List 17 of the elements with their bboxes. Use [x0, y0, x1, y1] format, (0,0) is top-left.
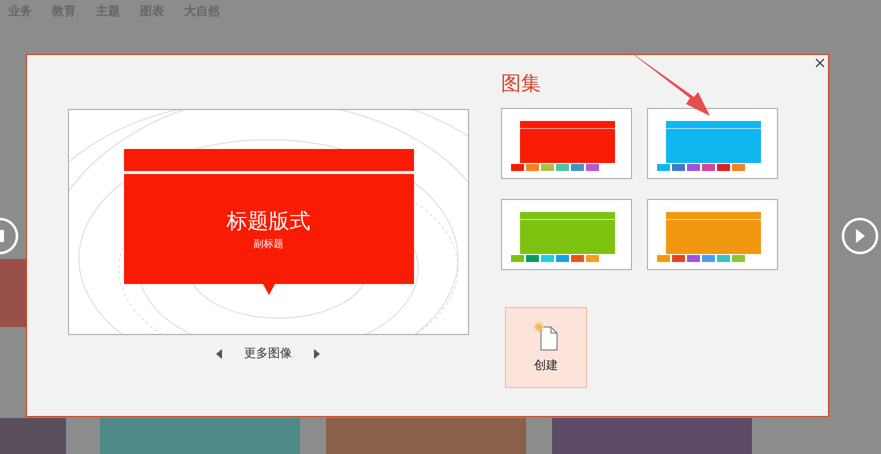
- theme-variant[interactable]: [647, 108, 778, 179]
- slide-title: 标题版式: [226, 208, 310, 235]
- theme-variant[interactable]: [647, 199, 778, 270]
- theme-variant[interactable]: [501, 199, 632, 270]
- previous-icon[interactable]: [0, 217, 20, 255]
- template-thumbnail: [0, 418, 66, 454]
- slide-subtitle: 副标题: [254, 238, 284, 251]
- close-icon[interactable]: [815, 58, 825, 68]
- more-images-link[interactable]: 更多图像: [244, 345, 292, 362]
- next-icon[interactable]: [841, 217, 879, 255]
- create-button[interactable]: 创建: [505, 307, 587, 388]
- theme-variant[interactable]: [501, 108, 632, 179]
- new-document-icon: [533, 321, 559, 351]
- gallery-title: 图集: [501, 70, 541, 97]
- template-thumbnail: [0, 259, 26, 327]
- next-icon[interactable]: [314, 348, 320, 358]
- previous-icon[interactable]: [216, 348, 222, 358]
